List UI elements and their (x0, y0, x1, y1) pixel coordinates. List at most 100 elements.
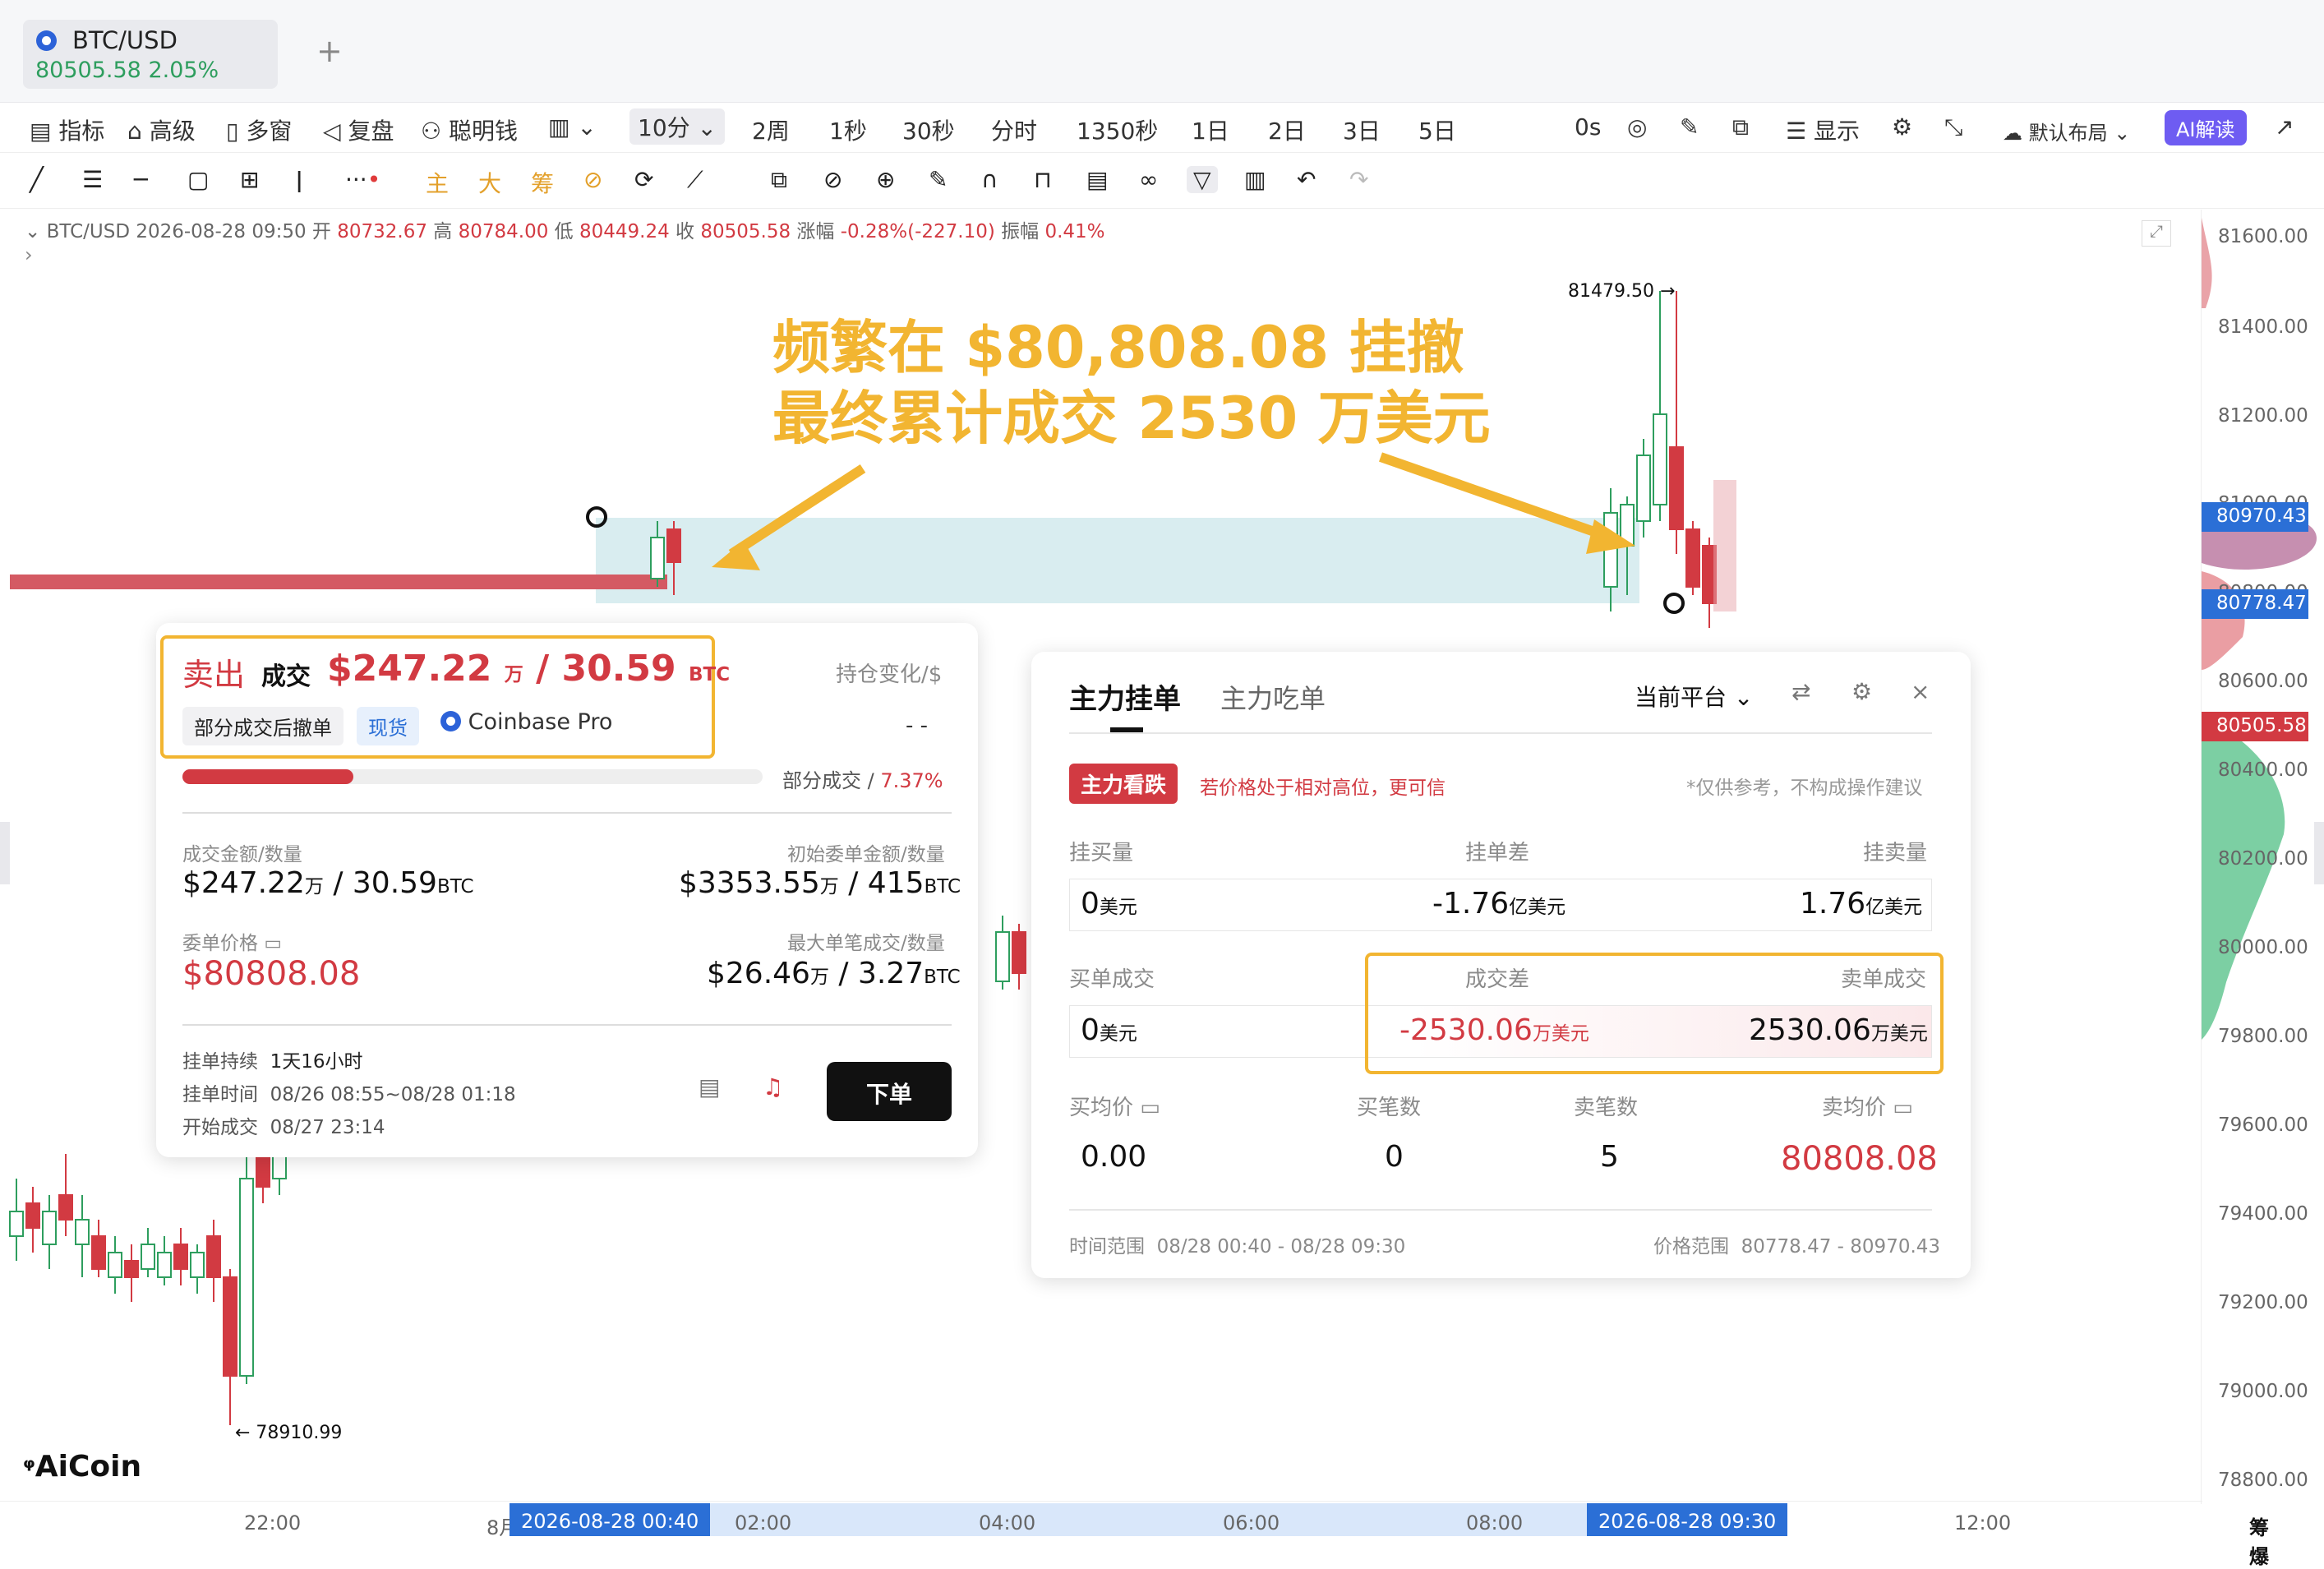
vertical-line-icon[interactable]: ǀ (296, 166, 302, 193)
order-diff-label: 挂单差 (1465, 841, 1530, 865)
deal-amount-value: $247.22万 / 30.59BTC (182, 866, 474, 900)
marker-icon[interactable]: ✎ (929, 166, 948, 193)
candle-body (239, 1178, 254, 1377)
big-icon[interactable]: 大 (478, 166, 501, 199)
bell-icon[interactable]: ♫ (763, 1073, 783, 1101)
redo-icon[interactable]: ↷ (1349, 166, 1368, 193)
chip-icon[interactable]: 筹 (531, 166, 554, 199)
close-icon[interactable]: × (1911, 678, 1930, 705)
candle-body (1685, 528, 1700, 588)
rectangle-icon[interactable]: ▢ (187, 166, 209, 193)
advanced-button[interactable]: ⌂ 高级 (127, 113, 196, 146)
export-icon[interactable]: ↗ (2275, 113, 2294, 141)
duration-row: 挂单持续 1天16小时 (182, 1051, 363, 1073)
swap-icon[interactable]: ⇄ (1791, 678, 1810, 705)
share-icon[interactable]: ⧉ (1732, 113, 1749, 141)
replay-button[interactable]: ◁ 复盘 (323, 113, 394, 146)
trash-icon[interactable]: ▥ (1244, 166, 1266, 193)
interval-3d[interactable]: 3日 (1343, 113, 1381, 146)
ray-icon[interactable]: ─ (134, 166, 148, 193)
line-tool-icon[interactable]: ╱ (30, 166, 44, 193)
order-side: 卖出 (182, 657, 246, 693)
bearish-tag: 主力看跌 (1069, 764, 1178, 804)
template-icon[interactable]: ▤ (1086, 166, 1108, 193)
divider (1069, 732, 1932, 734)
interval-dropdown[interactable]: 10分 ⌄ (629, 108, 726, 145)
replay-icon[interactable]: ⟳ (634, 166, 653, 193)
horizontal-lines-icon[interactable]: ☰ (82, 166, 103, 193)
camera-icon[interactable]: ◎ (1627, 113, 1647, 141)
start-row: 开始成交 08/27 23:14 (182, 1117, 385, 1138)
interval-1350s[interactable]: 1350秒 (1077, 113, 1158, 146)
lock-icon[interactable]: ⊓ (1034, 166, 1052, 193)
smart-money-button[interactable]: ⚇ 聪明钱 (421, 113, 518, 146)
brush-icon[interactable]: ⟋ (687, 166, 703, 194)
fill-highlight-box (1365, 953, 1944, 1074)
y-tick: 80400.00 (2218, 759, 2308, 781)
tab-whale-fills[interactable]: 主力吃单 (1220, 678, 1326, 716)
ai-read-button[interactable]: AI解读 (2165, 110, 2247, 145)
measure-icon[interactable]: ⊞ (240, 166, 259, 193)
lower-band-tag: 80778.47 (2202, 589, 2308, 619)
chip-burst-labels[interactable]: 筹 爆 (2249, 1511, 2269, 1569)
interval-2d[interactable]: 2日 (1268, 113, 1306, 146)
buy-avg-label: 买均价 ▭ (1069, 1096, 1160, 1120)
filter-icon[interactable]: ▽ (1187, 166, 1218, 193)
undo-icon[interactable]: ↶ (1297, 166, 1316, 193)
display-button[interactable]: ☰ 显示 (1786, 113, 1860, 146)
link-icon[interactable]: ∞ (1139, 166, 1158, 193)
note-icon[interactable]: ▤ (699, 1073, 720, 1101)
x-tick: 06:00 (1223, 1511, 1280, 1534)
pen-icon[interactable]: ✎ (1680, 113, 1699, 141)
interval-timeshare[interactable]: 分时 (991, 113, 1037, 146)
zoom-icon[interactable]: ⊕ (876, 166, 895, 193)
copy-icon[interactable]: ⧉ (771, 166, 787, 194)
magnet-icon[interactable]: ∩ (981, 166, 998, 193)
place-order-button[interactable]: 下单 (827, 1062, 952, 1121)
layout-dropdown[interactable]: ☁ 默认布局 ⌄ (2003, 117, 2130, 145)
collapse-icon[interactable]: ⤡ (1944, 113, 1962, 141)
tab-whale-orders[interactable]: 主力挂单 (1069, 676, 1181, 717)
settings-icon[interactable]: ⚙ (1892, 113, 1912, 141)
buy-volume-label: 挂买量 (1069, 841, 1134, 865)
interval-2w[interactable]: 2周 (752, 113, 790, 146)
time-range: 时间范围 08/28 00:40 - 08/28 09:30 (1069, 1236, 1406, 1258)
chart-type-dropdown[interactable]: ▥ ⌄ (548, 113, 597, 141)
disclaimer: *仅供参考，不构成操作建议 (1686, 778, 1923, 799)
ruler-icon[interactable]: ⊘ (823, 166, 842, 193)
settings-icon[interactable]: ⚙ (1851, 678, 1872, 705)
interval-5d[interactable]: 5日 (1418, 113, 1456, 146)
y-tick: 78800.00 (2218, 1470, 2308, 1491)
top-bar: BTC/USD 80505.58 2.05% + (0, 0, 2324, 103)
candle-body (666, 528, 681, 563)
band-handle-right[interactable] (1663, 593, 1685, 614)
y-tick: 79800.00 (2218, 1026, 2308, 1047)
deal-amount-label: 成交金额/数量 (182, 844, 302, 865)
ticker-price: 80505.58 2.05% (35, 58, 219, 83)
candle-body (75, 1219, 90, 1245)
candle-body (256, 1153, 270, 1188)
annotation-text: 频繁在 $80,808.08 挂撤 最终累计成交 2530 万美元 (772, 314, 1491, 452)
order-deal-label: 成交 (261, 662, 311, 691)
ticker-tab[interactable]: BTC/USD 80505.58 2.05% (23, 20, 278, 89)
main-icon[interactable]: 主 (426, 166, 449, 199)
order-diff-value: -1.76亿美元 (1432, 887, 1566, 921)
interval-1d[interactable]: 1日 (1192, 113, 1229, 146)
indicator-button[interactable]: ▤ 指标 (30, 113, 104, 146)
y-tick: 81400.00 (2218, 316, 2308, 338)
interval-30s[interactable]: 30秒 (902, 113, 955, 146)
interval-1s[interactable]: 1秒 (829, 113, 867, 146)
platform-dropdown[interactable]: 当前平台 ⌄ (1635, 680, 1753, 713)
whale-order-card: 主力挂单 主力吃单 当前平台 ⌄ ⇄ ⚙ × 主力看跌 若价格处于相对高位，更可… (1031, 652, 1971, 1278)
sell-count-label: 卖笔数 (1574, 1096, 1639, 1120)
right-panel-handle[interactable] (2314, 822, 2324, 884)
left-panel-handle[interactable] (0, 822, 10, 884)
position-change-value: - - (906, 713, 929, 738)
add-tab-button[interactable]: + (316, 33, 343, 69)
initial-amount-value: $3353.55万 / 415BTC (679, 866, 961, 900)
more-icon[interactable]: ···• (345, 166, 380, 193)
position-change-label: 持仓变化/$ (836, 662, 943, 687)
countdown: 0s (1575, 113, 1602, 141)
multi-window-button[interactable]: ▯ 多窗 (226, 113, 292, 146)
pattern-icon[interactable]: ⊘ (583, 166, 602, 193)
